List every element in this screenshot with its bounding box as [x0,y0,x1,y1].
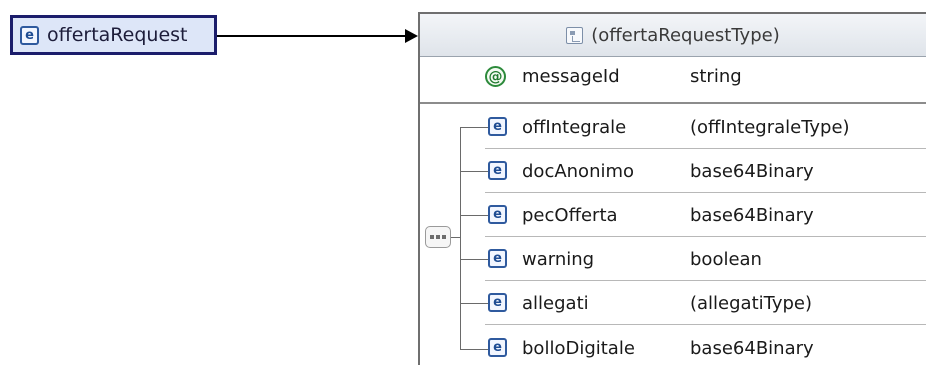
type-header-label: (offertaRequestType) [591,24,780,46]
row-separator [485,148,926,149]
element-row-offIntegrale[interactable]: e offIntegrale (offIntegraleType) [420,110,926,144]
element-name: bolloDigitale [522,337,635,359]
attribute-name: messageId [522,65,620,87]
element-name: offIntegrale [522,116,627,138]
element-type: base64Binary [690,160,814,182]
row-separator [485,192,926,193]
row-separator [485,324,926,325]
type-header[interactable]: (offertaRequestType) [420,14,926,57]
attribute-icon: @ [485,66,506,87]
element-row-docAnonimo[interactable]: e docAnonimo base64Binary [420,154,926,188]
element-icon: e [488,205,507,224]
element-name: docAnonimo [522,160,635,182]
attribute-divider [420,102,926,104]
element-icon: e [488,338,507,357]
row-separator [485,280,926,281]
element-icon: e [488,293,507,312]
row-separator [485,236,926,237]
attribute-row-messageId[interactable]: @ messageId string [420,59,926,93]
element-icon: e [20,25,39,45]
element-type: base64Binary [690,337,814,359]
element-row-warning[interactable]: e warning boolean [420,242,926,276]
element-row-bolloDigitale[interactable]: e bolloDigitale base64Binary [420,331,926,365]
root-element-label: offertaRequest [47,24,188,46]
complex-type-icon [566,26,584,44]
element-type: (offIntegraleType) [690,116,850,138]
element-name: warning [522,248,595,270]
connector-line [217,35,407,37]
element-name: allegati [522,292,589,314]
arrow-head-icon [405,29,418,43]
element-icon: e [488,249,507,268]
attribute-type: string [690,65,742,87]
element-icon: e [488,117,507,136]
element-icon: e [488,161,507,180]
element-name: pecOfferta [522,204,618,226]
element-type: base64Binary [690,204,814,226]
element-type: boolean [690,248,762,270]
sequence-stub-line [450,237,460,238]
element-row-pecOfferta[interactable]: e pecOfferta base64Binary [420,198,926,232]
element-row-allegati[interactable]: e allegati (allegatiType) [420,286,926,320]
element-type: (allegatiType) [690,292,813,314]
root-element-offertaRequest[interactable]: e offertaRequest [10,15,217,55]
